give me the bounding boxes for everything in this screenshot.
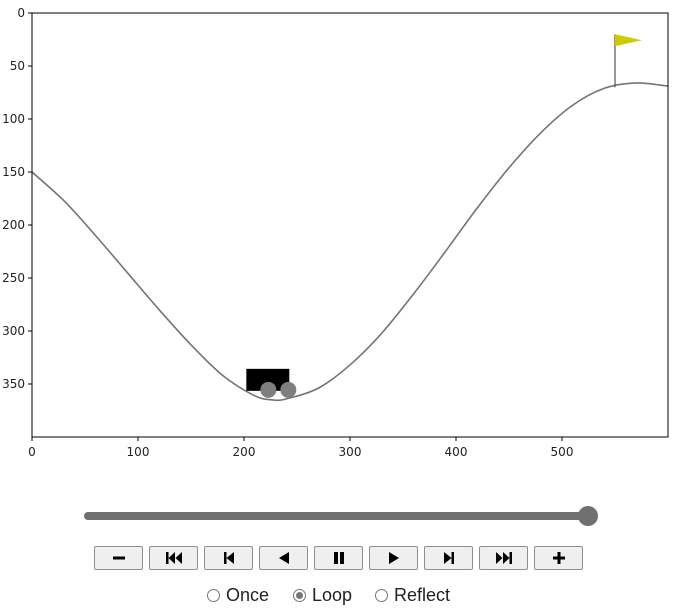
- play-reverse-icon: [278, 552, 289, 564]
- last-frame-button[interactable]: [479, 546, 528, 570]
- radio-loop[interactable]: [293, 589, 306, 602]
- fast-forward-icon: [495, 552, 512, 564]
- minus-icon: [112, 556, 125, 560]
- mountain-car-plot: 0 100 200 300 400 500 0 50 100 150 200 250 300 350: [2, 6, 669, 459]
- plus-icon: [552, 552, 565, 564]
- x-tick-label: 400: [445, 445, 468, 459]
- mountain-curve: [31, 82, 669, 402]
- radio-reflect[interactable]: [375, 589, 388, 602]
- y-tick-label: 200: [2, 218, 25, 232]
- plot-area: [31, 34, 669, 402]
- plot-frame: [31, 12, 669, 438]
- mode-loop[interactable]: Loop: [293, 585, 352, 606]
- y-tick-label: 350: [2, 377, 25, 391]
- y-axis: 0 50 100 150 200 250 300 350: [2, 6, 32, 391]
- y-tick-label: 300: [2, 324, 25, 338]
- step-forward-icon: [443, 552, 454, 564]
- fast-backward-icon: [165, 552, 182, 564]
- mode-loop-label: Loop: [312, 585, 353, 605]
- mode-reflect-label: Reflect: [394, 585, 451, 605]
- x-tick-label: 200: [233, 445, 256, 459]
- car: [246, 368, 297, 398]
- next-frame-button[interactable]: [424, 546, 473, 570]
- mode-once-label: Once: [226, 585, 270, 605]
- pause-icon: [333, 552, 344, 564]
- slower-button[interactable]: [94, 546, 143, 570]
- x-tick-label: 100: [127, 445, 150, 459]
- play-reverse-button[interactable]: [259, 546, 308, 570]
- goal-flag: [615, 34, 642, 47]
- radio-once[interactable]: [207, 589, 220, 602]
- play-icon: [388, 552, 399, 564]
- pause-button[interactable]: [314, 546, 363, 570]
- play-button[interactable]: [369, 546, 418, 570]
- frame-slider[interactable]: [84, 506, 598, 526]
- faster-button[interactable]: [534, 546, 583, 570]
- first-frame-button[interactable]: [149, 546, 198, 570]
- slider-thumb[interactable]: [578, 506, 598, 526]
- y-tick-label: 100: [2, 112, 25, 126]
- y-tick-label: 50: [10, 59, 25, 73]
- car-wheel-back: [260, 381, 277, 398]
- car-wheel-front: [280, 381, 297, 398]
- mode-once[interactable]: Once: [207, 585, 269, 606]
- slider-track[interactable]: [84, 512, 588, 520]
- x-tick-label: 500: [551, 445, 574, 459]
- previous-frame-button[interactable]: [204, 546, 253, 570]
- x-axis: 0 100 200 300 400 500: [28, 437, 573, 459]
- x-tick-label: 0: [28, 445, 36, 459]
- y-tick-label: 150: [2, 165, 25, 179]
- y-tick-label: 250: [2, 271, 25, 285]
- step-backward-icon: [223, 552, 234, 564]
- mode-reflect[interactable]: Reflect: [375, 585, 450, 606]
- y-tick-label: 0: [17, 6, 25, 20]
- x-tick-label: 300: [339, 445, 362, 459]
